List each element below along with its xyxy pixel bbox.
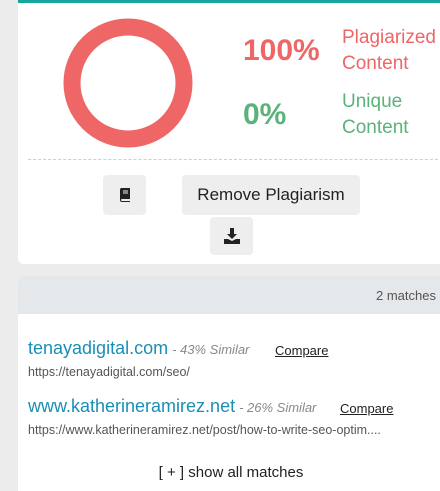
divider	[28, 159, 440, 160]
match-item: www.katherineramirez.net - 26% Similar Co…	[28, 396, 393, 437]
compare-link[interactable]: Compare	[275, 343, 328, 358]
match-url: https://www.katherineramirez.net/post/ho…	[28, 423, 381, 437]
download-button[interactable]	[210, 217, 253, 255]
unique-percent: 0%	[243, 98, 287, 131]
match-site-link[interactable]: tenayadigital.com	[28, 338, 168, 358]
match-site-link[interactable]: www.katherineramirez.net	[28, 396, 235, 416]
download-icon	[223, 228, 240, 244]
match-url: https://tenayadigital.com/seo/	[28, 365, 190, 379]
book-icon	[119, 188, 130, 202]
compare-link[interactable]: Compare	[340, 401, 393, 416]
plagiarized-ring-segment	[63, 18, 193, 148]
plagiarized-percent: 100%	[243, 34, 320, 67]
remove-plagiarism-button[interactable]: Remove Plagiarism	[182, 175, 360, 215]
unique-label: Unique Content	[342, 91, 409, 138]
matches-header: 2 matches	[18, 276, 440, 314]
plagiarism-ring-chart	[63, 18, 193, 148]
show-all-matches-button[interactable]: [ + ] show all matches	[18, 464, 440, 481]
matches-count: 2 matches	[376, 288, 436, 303]
report-button[interactable]	[103, 175, 146, 215]
match-similarity: - 43% Similar	[172, 342, 250, 357]
match-item: tenayadigital.com - 43% Similar Compare h…	[28, 338, 328, 379]
matches-panel: 2 matches tenayadigital.com - 43% Similar…	[18, 276, 440, 491]
result-card: 100% Plagiarized Content 0% Unique Conte…	[18, 0, 440, 264]
plagiarized-label: Plagiarized Content	[342, 27, 436, 74]
match-similarity: - 26% Similar	[239, 400, 317, 415]
